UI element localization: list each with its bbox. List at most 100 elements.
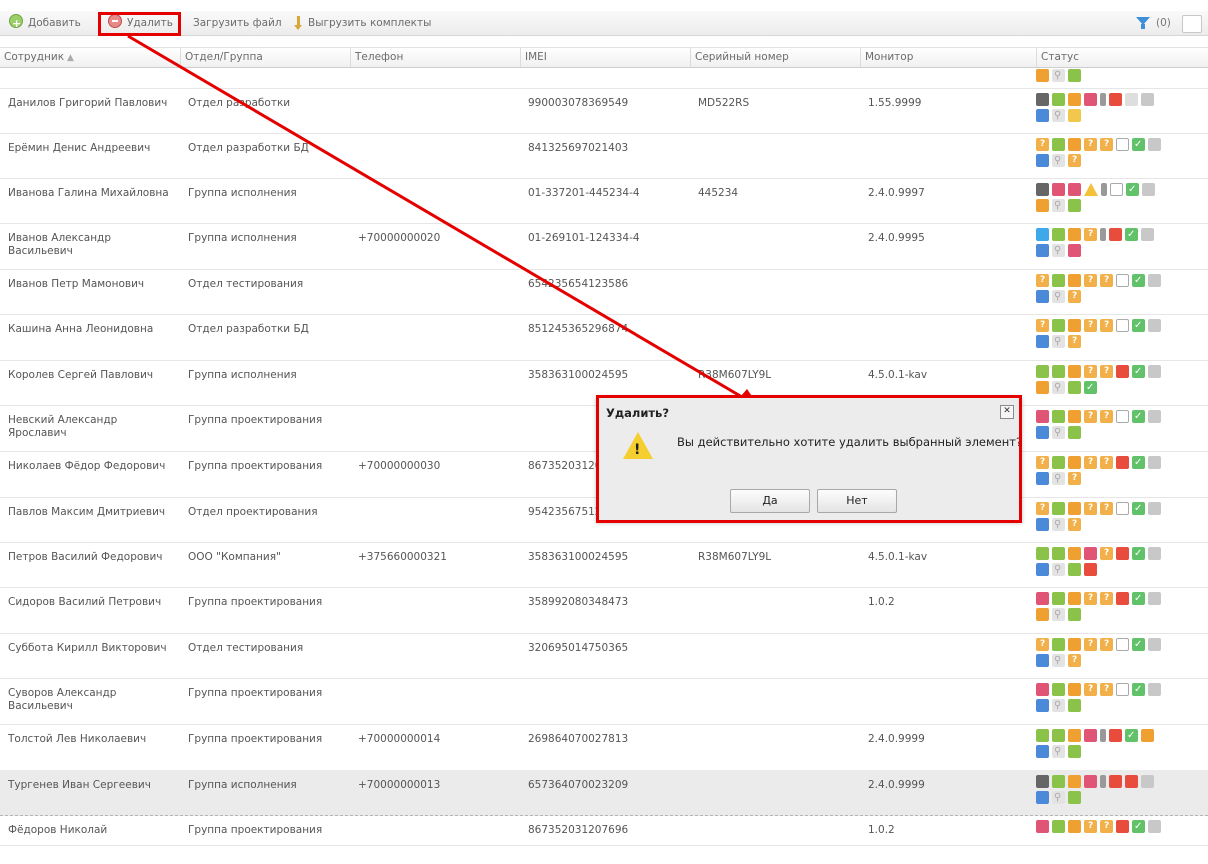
status-icons [1036, 183, 1206, 215]
search-icon[interactable] [1182, 15, 1202, 33]
status-icon [1068, 683, 1081, 696]
serial-cell: R38M607LY9L [698, 369, 772, 381]
imei-cell: 990003078369549 [528, 97, 629, 109]
status-icon [1036, 154, 1049, 167]
status-icon [1068, 608, 1081, 621]
status-icon [1100, 228, 1106, 241]
imei-cell: 01-269101-124334-4 [528, 232, 640, 244]
monitor-cell: 4.5.0.1-kav [868, 551, 928, 563]
no-button[interactable]: Нет [817, 489, 897, 513]
status-icons [1036, 775, 1206, 807]
status-icon [1084, 729, 1097, 742]
status-icon [1036, 791, 1049, 804]
status-icon [1052, 745, 1065, 758]
table-row[interactable]: Суббота Кирилл Викторович Отдел тестирова… [0, 633, 1208, 679]
status-icon [1052, 820, 1065, 833]
column-imei[interactable]: IMEI [520, 48, 690, 67]
table-row[interactable]: Иванов Петр Мамонович Отдел тестирования 6… [0, 269, 1208, 315]
close-icon[interactable]: ✕ [1000, 405, 1014, 419]
department-cell: Отдел проектирования [188, 506, 318, 518]
phone-cell: +70000000020 [358, 232, 441, 244]
table-row[interactable]: Иванов Александр Васильевич Группа исполн… [0, 223, 1208, 270]
status-icon [1148, 683, 1161, 696]
export-label: Выгрузить комплекты [308, 17, 432, 29]
status-icons [1036, 410, 1206, 442]
status-icon [1068, 274, 1081, 287]
status-icon [1068, 592, 1081, 605]
department-cell: Группа исполнения [188, 187, 297, 199]
status-icon [1132, 820, 1145, 833]
status-icon [1036, 426, 1049, 439]
status-icon [1141, 93, 1154, 106]
serial-cell: MD522RS [698, 97, 750, 109]
column-monitor[interactable]: Монитор [860, 48, 1036, 67]
status-icon [1084, 592, 1097, 605]
status-icon [1148, 820, 1161, 833]
status-icon [1036, 820, 1049, 833]
table-row[interactable]: Петров Василий Федорович ООО "Компания" +3… [0, 542, 1208, 588]
dialog-message: Вы действительно хотите удалить выбранны… [677, 435, 1023, 449]
status-icon [1116, 456, 1129, 469]
column-employee[interactable]: Сотрудник ▲ [0, 48, 180, 67]
imei-cell: 01-337201-445234-4 [528, 187, 640, 199]
table-row[interactable]: Иванова Галина Михайловна Группа исполнен… [0, 178, 1208, 224]
status-icon [1052, 592, 1065, 605]
department-cell: Отдел разработки БД [188, 323, 309, 335]
delete-button[interactable]: Удалить [108, 11, 173, 35]
filter-control[interactable]: (0) [1136, 11, 1208, 35]
status-icon [1036, 502, 1049, 515]
status-icon [1036, 93, 1049, 106]
table-row[interactable]: Кашина Анна Леонидовна Отдел разработки Б… [0, 314, 1208, 361]
table-row[interactable]: Сидоров Василий Петрович Группа проектиро… [0, 587, 1208, 634]
status-icon [1101, 183, 1107, 196]
status-icon [1084, 563, 1097, 576]
column-status[interactable]: Статус [1036, 48, 1208, 67]
status-icon [1052, 109, 1065, 122]
status-icon [1068, 820, 1081, 833]
department-cell: Отдел разработки [188, 97, 291, 109]
imei-cell: 358992080348473 [528, 596, 629, 608]
status-icon [1148, 547, 1161, 560]
yes-button[interactable]: Да [730, 489, 810, 513]
column-department[interactable]: Отдел/Группа [180, 48, 350, 67]
imei-cell: 654235654123586 [528, 278, 629, 290]
department-cell: ООО "Компания" [188, 551, 281, 563]
status-icon [1084, 638, 1097, 651]
table-row[interactable]: Ерёмин Денис Андреевич Отдел разработки Б… [0, 133, 1208, 179]
status-icon [1052, 608, 1065, 621]
monitor-cell: 1.0.2 [868, 596, 895, 608]
status-icon [1052, 791, 1065, 804]
status-icon [1068, 410, 1081, 423]
status-icon [1068, 791, 1081, 804]
status-icon [1100, 775, 1106, 788]
status-icon [1132, 547, 1145, 560]
status-icon [1100, 820, 1113, 833]
status-icon [1036, 381, 1049, 394]
status-icon [1141, 228, 1154, 241]
employee-cell: Тургенев Иван Сергеевич [8, 779, 151, 791]
serial-cell: R38M607LY9L [698, 551, 772, 563]
toolbar: Добавить Удалить Загрузить файл Выгрузит… [0, 11, 1208, 36]
status-icon [1100, 547, 1113, 560]
table-row[interactable]: Толстой Лев Николаевич Группа проектирова… [0, 724, 1208, 771]
add-button[interactable]: Добавить [9, 11, 81, 36]
column-serial[interactable]: Серийный номер [690, 48, 860, 67]
status-icon [1068, 365, 1081, 378]
monitor-cell: 4.5.0.1-kav [868, 369, 928, 381]
upload-file-button[interactable]: Загрузить файл [193, 11, 282, 35]
table-row[interactable]: Фёдоров Николай Группа проектирования 8673… [0, 815, 1208, 846]
status-icon [1068, 93, 1081, 106]
table-row[interactable]: Суворов Александр Васильевич Группа проек… [0, 678, 1208, 725]
status-icon [1109, 729, 1122, 742]
employee-cell: Иванов Петр Мамонович [8, 278, 145, 290]
column-phone[interactable]: Телефон [350, 48, 520, 67]
download-arrow-icon [294, 16, 302, 30]
table-row[interactable] [0, 67, 1208, 89]
status-icon [1036, 199, 1049, 212]
status-icons [1036, 820, 1206, 836]
status-icon [1068, 109, 1081, 122]
export-sets-button[interactable]: Выгрузить комплекты [294, 11, 432, 35]
status-icon [1116, 319, 1129, 332]
table-row[interactable]: Тургенев Иван Сергеевич Группа исполнения… [0, 770, 1208, 816]
table-row[interactable]: Данилов Григорий Павлович Отдел разработк… [0, 88, 1208, 134]
